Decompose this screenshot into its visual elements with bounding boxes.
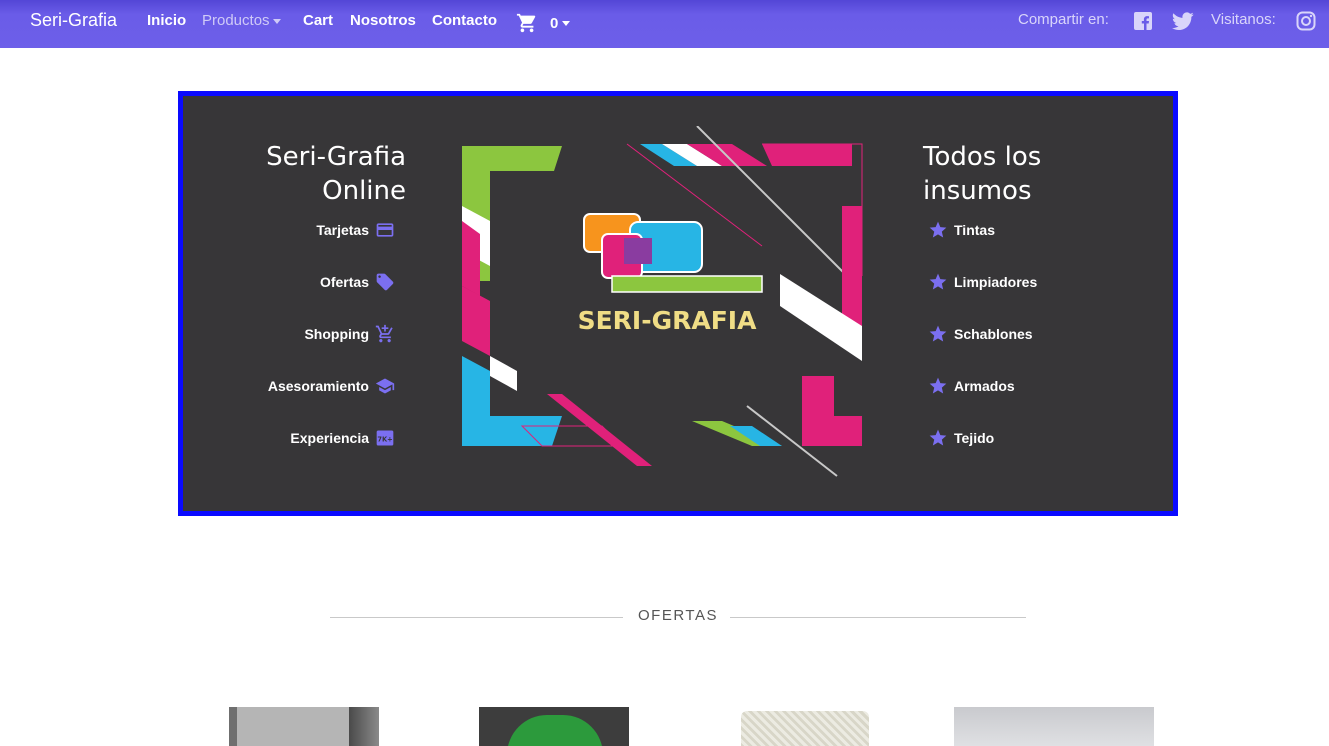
cart-plus-icon	[375, 324, 393, 343]
feature-asesoramiento[interactable]: Asesoramiento	[268, 376, 395, 396]
share-label: Compartir en:	[1018, 11, 1109, 28]
nav-inicio[interactable]: Inicio	[147, 12, 186, 29]
insumo-schablones[interactable]: Schablones	[928, 324, 1033, 344]
graduation-cap-icon	[375, 378, 395, 394]
feature-shopping[interactable]: Shopping	[304, 324, 395, 344]
ofertas-title: OFERTAS	[638, 607, 718, 624]
insumo-label: Limpiadores	[954, 274, 1038, 290]
chevron-down-icon	[562, 20, 571, 26]
insumo-limpiadores[interactable]: Limpiadores	[928, 272, 1037, 292]
svg-text:7K+: 7K+	[377, 435, 392, 443]
cart-dropdown[interactable]: 0	[516, 12, 571, 34]
feature-ofertas[interactable]: Ofertas	[320, 272, 395, 292]
insumo-armados[interactable]: Armados	[928, 376, 1015, 396]
star-icon	[929, 221, 947, 238]
credit-card-icon	[376, 223, 394, 237]
feature-experiencia[interactable]: Experiencia 7K+	[290, 428, 395, 448]
visit-label: Visitanos:	[1211, 11, 1276, 28]
insumo-label: Schablones	[954, 326, 1033, 342]
logo-artwork: SERI-GRAFIA	[462, 125, 863, 477]
insumo-tejido[interactable]: Tejido	[928, 428, 994, 448]
insumo-tintas[interactable]: Tintas	[928, 220, 995, 240]
feature-label: Experiencia	[290, 430, 369, 446]
facebook-icon[interactable]	[1133, 11, 1153, 31]
feature-label: Ofertas	[319, 274, 369, 290]
insumo-label: Armados	[954, 378, 1015, 394]
feature-label: Tarjetas	[316, 222, 369, 238]
insumo-label: Tejido	[954, 430, 995, 446]
nav-cart[interactable]: Cart	[303, 12, 333, 29]
star-icon	[929, 429, 947, 446]
shopping-cart-icon	[516, 13, 536, 33]
product-image[interactable]	[954, 707, 1154, 746]
hero-banner: Seri-Grafia Online Tarjetas Ofertas Shop…	[178, 91, 1178, 516]
product-image[interactable]	[229, 707, 379, 746]
top-navbar: Seri-Grafia Inicio Productos Cart Nosotr…	[0, 0, 1329, 48]
star-icon	[929, 377, 947, 394]
star-icon	[929, 273, 947, 290]
nav-productos-label: Productos	[202, 12, 270, 29]
nav-productos-dropdown[interactable]: Productos	[202, 12, 281, 29]
ofertas-heading: OFERTAS	[330, 606, 1026, 628]
hero-right-title-line2: insumos	[923, 176, 1032, 206]
divider	[730, 617, 1026, 618]
7k-icon: 7K+	[376, 430, 394, 446]
chevron-down-icon	[272, 18, 281, 24]
product-image[interactable]	[479, 707, 629, 746]
feature-label: Asesoramiento	[267, 378, 369, 394]
logo-text: SERI-GRAFIA	[578, 306, 758, 335]
hero-right-title-line1: Todos los	[923, 142, 1042, 172]
cart-count: 0	[550, 14, 559, 32]
feature-label: Shopping	[304, 326, 369, 342]
seri-grafia-logo: SERI-GRAFIA	[462, 125, 867, 481]
feature-tarjetas[interactable]: Tarjetas	[316, 220, 395, 240]
hero-left-title-line1: Seri-Grafia	[266, 142, 406, 172]
nav-contacto[interactable]: Contacto	[432, 12, 497, 29]
insumo-label: Tintas	[954, 222, 995, 238]
hero-left-title: Seri-Grafia Online	[263, 140, 406, 208]
instagram-icon[interactable]	[1296, 11, 1316, 31]
nav-nosotros[interactable]: Nosotros	[350, 12, 416, 29]
product-cotton-shape	[741, 711, 869, 746]
hero-left-title-line2: Online	[322, 176, 406, 206]
hero-right-title: Todos los insumos	[923, 140, 1123, 208]
twitter-icon[interactable]	[1172, 12, 1194, 31]
brand-logo[interactable]: Seri-Grafia	[30, 10, 117, 31]
tag-icon	[376, 273, 394, 291]
product-can-shape	[507, 715, 603, 746]
star-icon	[929, 325, 947, 342]
product-image[interactable]	[739, 707, 874, 746]
